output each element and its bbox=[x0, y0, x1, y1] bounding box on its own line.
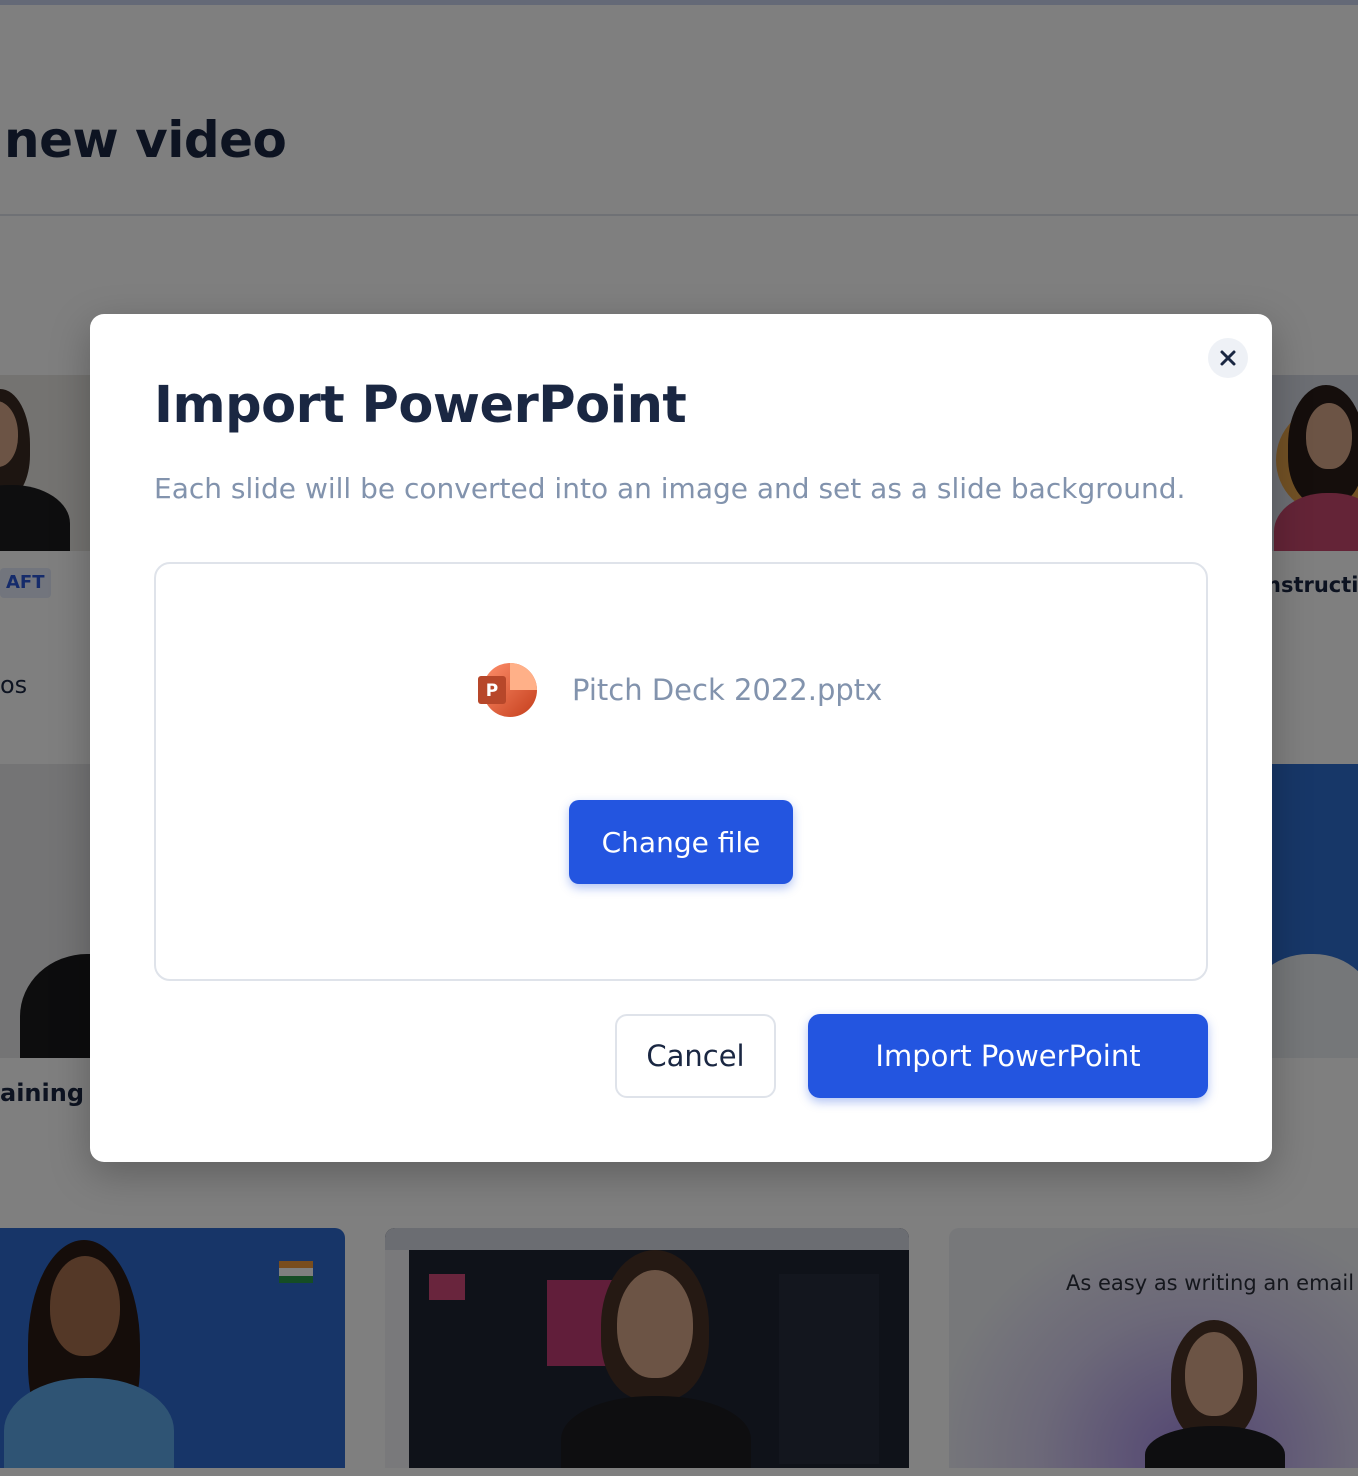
close-button[interactable] bbox=[1208, 338, 1248, 378]
file-name: Pitch Deck 2022.pptx bbox=[572, 673, 883, 707]
dialog-title: Import PowerPoint bbox=[154, 376, 687, 435]
import-powerpoint-button[interactable]: Import PowerPoint bbox=[808, 1014, 1208, 1098]
import-powerpoint-dialog: Import PowerPoint Each slide will be con… bbox=[90, 314, 1272, 1162]
cancel-button[interactable]: Cancel bbox=[615, 1014, 776, 1098]
file-dropzone[interactable]: P Pitch Deck 2022.pptx Change file bbox=[154, 562, 1208, 981]
close-icon bbox=[1220, 350, 1236, 366]
selected-file: P Pitch Deck 2022.pptx bbox=[476, 662, 882, 718]
powerpoint-icon: P bbox=[478, 663, 537, 717]
change-file-button[interactable]: Change file bbox=[569, 800, 793, 884]
svg-text:P: P bbox=[486, 681, 498, 701]
dialog-subtitle: Each slide will be converted into an ima… bbox=[154, 472, 1186, 505]
